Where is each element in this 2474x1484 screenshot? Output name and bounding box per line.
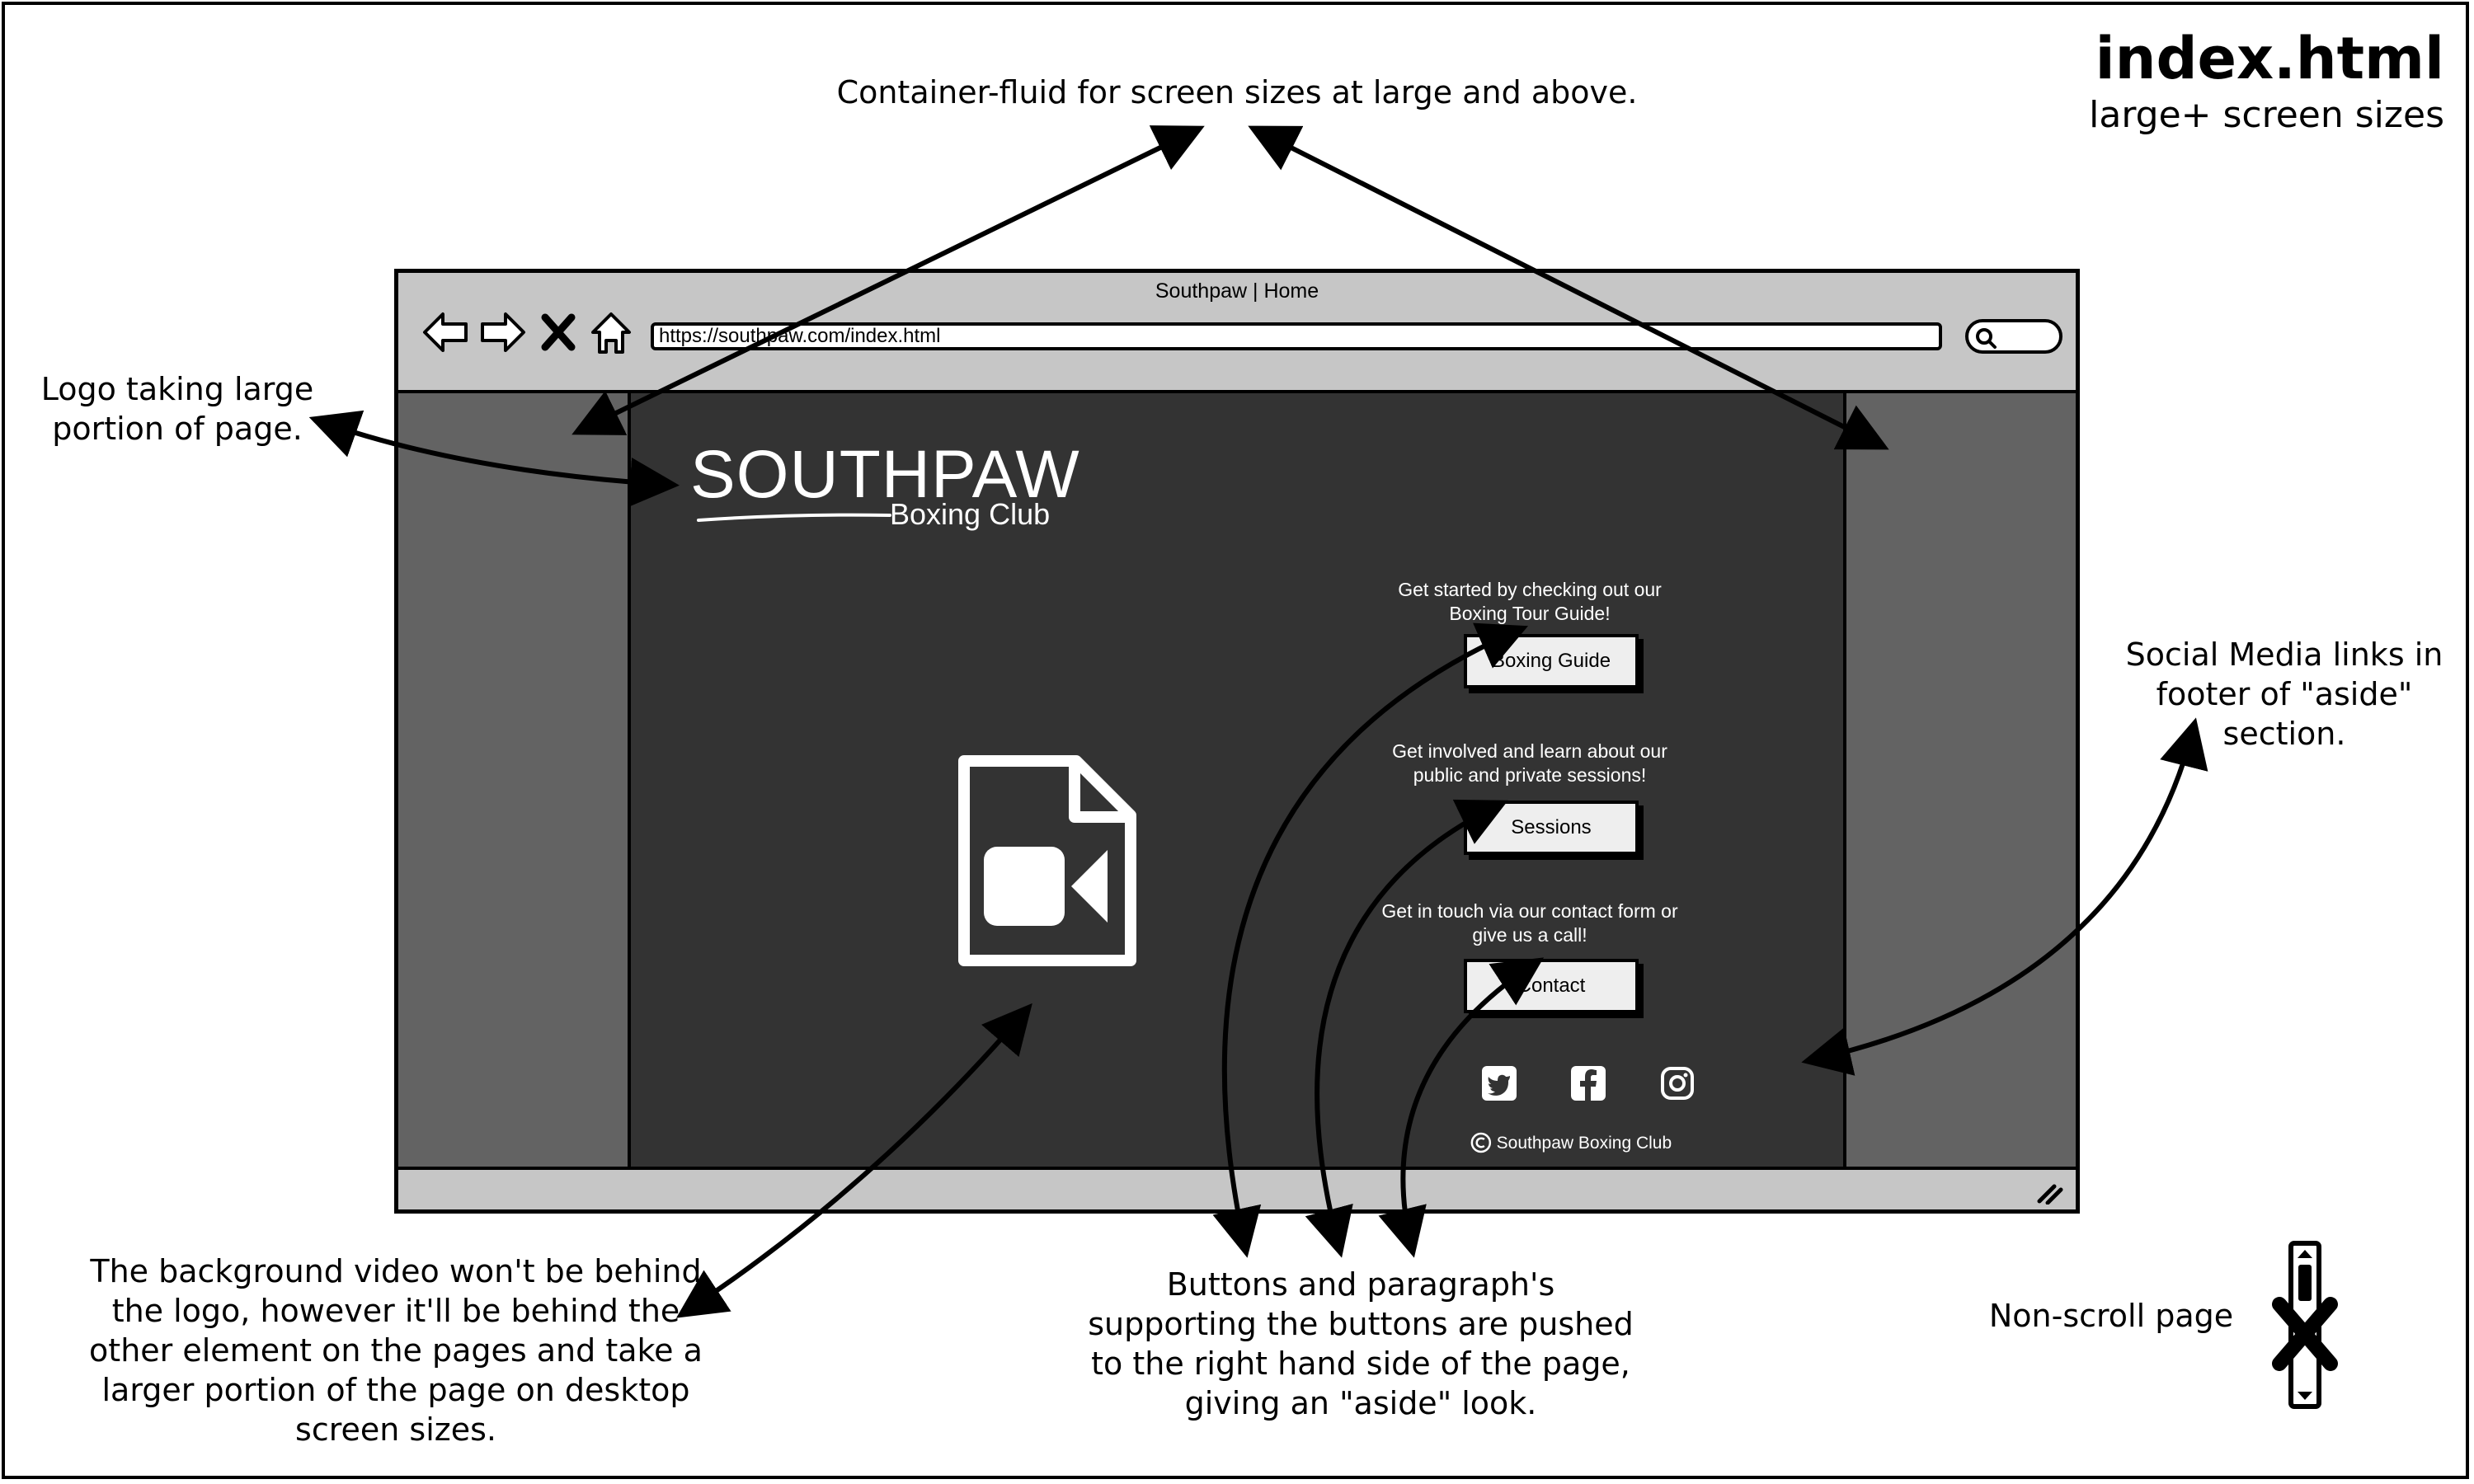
arrow-video (675, 1003, 1032, 1318)
arrow-button-contact (1378, 957, 1545, 1258)
arrow-logo (308, 410, 680, 507)
arrow-container-left (571, 125, 1205, 435)
non-scroll-icon (2272, 1241, 2338, 1409)
arrow-button-guide (1212, 622, 1529, 1258)
arrow-container-right (1248, 125, 1889, 450)
annotation-arrows (308, 125, 2208, 1318)
arrow-social (1801, 717, 2208, 1076)
arrow-button-sessions (1305, 799, 1508, 1258)
